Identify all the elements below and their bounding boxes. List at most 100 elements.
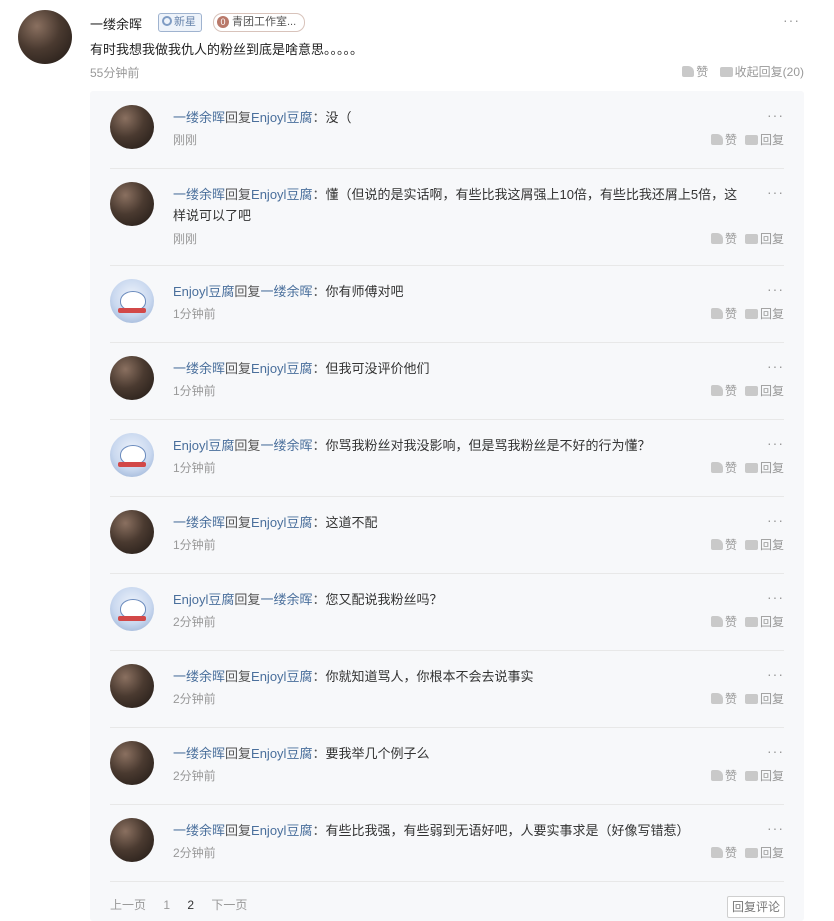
- root-more-icon[interactable]: ···: [783, 12, 800, 28]
- root-avatar[interactable]: [18, 10, 72, 64]
- reply-author[interactable]: 一缕余晖: [173, 361, 225, 376]
- reply-reply-button[interactable]: 回复: [744, 382, 784, 399]
- reply-more-icon[interactable]: ···: [767, 281, 784, 297]
- reply-actions: 赞回复: [703, 230, 784, 247]
- reply-icon: [744, 234, 758, 244]
- reply-actions: 赞回复: [703, 767, 784, 784]
- reply-like-button[interactable]: 赞: [710, 536, 737, 553]
- thumb-up-icon: [710, 770, 723, 781]
- reply-more-icon[interactable]: ···: [767, 435, 784, 451]
- reply-separator: ：: [312, 361, 326, 376]
- reply-body: 一缕余晖回复Enjoyl豆腐：没（: [173, 107, 748, 128]
- reply-like-button[interactable]: 赞: [710, 131, 737, 148]
- avatar[interactable]: [110, 433, 154, 477]
- avatar[interactable]: [110, 510, 154, 554]
- reply-target[interactable]: 一缕余晖: [260, 592, 312, 607]
- avatar[interactable]: [110, 818, 154, 862]
- thumb-up-icon: [710, 233, 723, 244]
- reply-list: 一缕余晖回复Enjoyl豆腐：没（ 刚刚赞回复 ··· 一缕余晖回复Enjoyl豆腐：…: [90, 91, 804, 921]
- reply-target[interactable]: 一缕余晖: [260, 438, 312, 453]
- reply-like-button[interactable]: 赞: [710, 690, 737, 707]
- reply-author[interactable]: Enjoyl豆腐: [173, 284, 234, 299]
- reply-body: 一缕余晖回复Enjoyl豆腐：但我可没评价他们: [173, 358, 748, 379]
- reply-author[interactable]: 一缕余晖: [173, 110, 225, 125]
- reply-like-button[interactable]: 赞: [710, 230, 737, 247]
- reply-more-icon[interactable]: ···: [767, 589, 784, 605]
- reply-reply-button[interactable]: 回复: [744, 613, 784, 630]
- reply-like-button[interactable]: 赞: [710, 459, 737, 476]
- reply-target[interactable]: Enjoyl豆腐: [251, 361, 312, 376]
- thumb-up-icon: [710, 847, 723, 858]
- reply-item: 一缕余晖回复Enjoyl豆腐：要我举几个例子么 2分钟前赞回复 ···: [110, 727, 784, 805]
- reply-body: Enjoyl豆腐回复一缕余晖：你有师傅对吧: [173, 281, 748, 302]
- root-username[interactable]: 一缕余晖: [90, 14, 142, 33]
- badge-studio[interactable]: 0 青团工作室...: [213, 13, 306, 32]
- avatar[interactable]: [110, 587, 154, 631]
- star-badge-icon: [162, 16, 172, 26]
- reply-author[interactable]: 一缕余晖: [173, 746, 225, 761]
- reply-verb: 回复: [225, 515, 252, 530]
- reply-target[interactable]: Enjoyl豆腐: [251, 110, 312, 125]
- reply-like-button[interactable]: 赞: [710, 613, 737, 630]
- reply-author[interactable]: 一缕余晖: [173, 669, 225, 684]
- reply-verb: 回复: [234, 438, 261, 453]
- reply-reply-button[interactable]: 回复: [744, 305, 784, 322]
- reply-reply-button[interactable]: 回复: [744, 459, 784, 476]
- reply-target[interactable]: Enjoyl豆腐: [251, 746, 312, 761]
- reply-item: 一缕余晖回复Enjoyl豆腐：这道不配 1分钟前赞回复 ···: [110, 496, 784, 574]
- reply-like-button[interactable]: 赞: [710, 767, 737, 784]
- reply-verb: 回复: [225, 823, 252, 838]
- reply-separator: ：: [312, 284, 326, 299]
- reply-body: Enjoyl豆腐回复一缕余晖：您又配说我粉丝吗？: [173, 589, 748, 610]
- reply-more-icon[interactable]: ···: [767, 358, 784, 374]
- reply-like-button[interactable]: 赞: [710, 305, 737, 322]
- reply-reply-button[interactable]: 回复: [744, 767, 784, 784]
- avatar[interactable]: [110, 105, 154, 149]
- reply-more-icon[interactable]: ···: [767, 820, 784, 836]
- root-like-button[interactable]: 赞: [682, 63, 708, 80]
- reply-reply-button[interactable]: 回复: [744, 844, 784, 861]
- avatar[interactable]: [110, 182, 154, 226]
- reply-time: 2分钟前: [173, 615, 216, 629]
- reply-separator: ：: [312, 187, 326, 202]
- badge-new-star[interactable]: 新星: [158, 13, 202, 32]
- avatar[interactable]: [110, 279, 154, 323]
- reply-separator: ：: [312, 515, 326, 530]
- reply-target[interactable]: 一缕余晖: [260, 284, 312, 299]
- reply-reply-button[interactable]: 回复: [744, 536, 784, 553]
- reply-actions: 赞回复: [703, 844, 784, 861]
- reply-more-icon[interactable]: ···: [767, 743, 784, 759]
- root-collapse-replies-button[interactable]: 收起回复(20): [719, 63, 804, 80]
- reply-target[interactable]: Enjoyl豆腐: [251, 823, 312, 838]
- avatar[interactable]: [110, 664, 154, 708]
- reply-verb: 回复: [234, 592, 261, 607]
- reply-like-button[interactable]: 赞: [710, 382, 737, 399]
- reply-reply-button[interactable]: 回复: [744, 230, 784, 247]
- reply-actions: 赞回复: [703, 536, 784, 553]
- reply-item: 一缕余晖回复Enjoyl豆腐：懂（但说的是实话啊，有些比我这屑强上10倍，有些比…: [110, 168, 784, 266]
- reply-reply-button[interactable]: 回复: [744, 690, 784, 707]
- reply-icon: [744, 386, 758, 396]
- reply-reply-button[interactable]: 回复: [744, 131, 784, 148]
- reply-more-icon[interactable]: ···: [767, 666, 784, 682]
- reply-more-icon[interactable]: ···: [767, 107, 784, 123]
- reply-author[interactable]: 一缕余晖: [173, 515, 225, 530]
- reply-author[interactable]: Enjoyl豆腐: [173, 438, 234, 453]
- reply-target[interactable]: Enjoyl豆腐: [251, 515, 312, 530]
- avatar[interactable]: [110, 741, 154, 785]
- reply-separator: ：: [312, 438, 326, 453]
- reply-target[interactable]: Enjoyl豆腐: [251, 669, 312, 684]
- reply-like-button[interactable]: 赞: [710, 844, 737, 861]
- reply-author[interactable]: 一缕余晖: [173, 187, 225, 202]
- reply-icon: [719, 67, 733, 77]
- reply-target[interactable]: Enjoyl豆腐: [251, 187, 312, 202]
- avatar[interactable]: [110, 356, 154, 400]
- reply-comment-button[interactable]: 回复评论: [727, 896, 785, 918]
- reply-more-icon[interactable]: ···: [767, 512, 784, 528]
- reply-more-icon[interactable]: ···: [767, 184, 784, 200]
- reply-separator: ：: [312, 746, 326, 761]
- reply-text: 没（: [325, 110, 352, 125]
- reply-author[interactable]: Enjoyl豆腐: [173, 592, 234, 607]
- reply-author[interactable]: 一缕余晖: [173, 823, 225, 838]
- reply-icon: [744, 309, 758, 319]
